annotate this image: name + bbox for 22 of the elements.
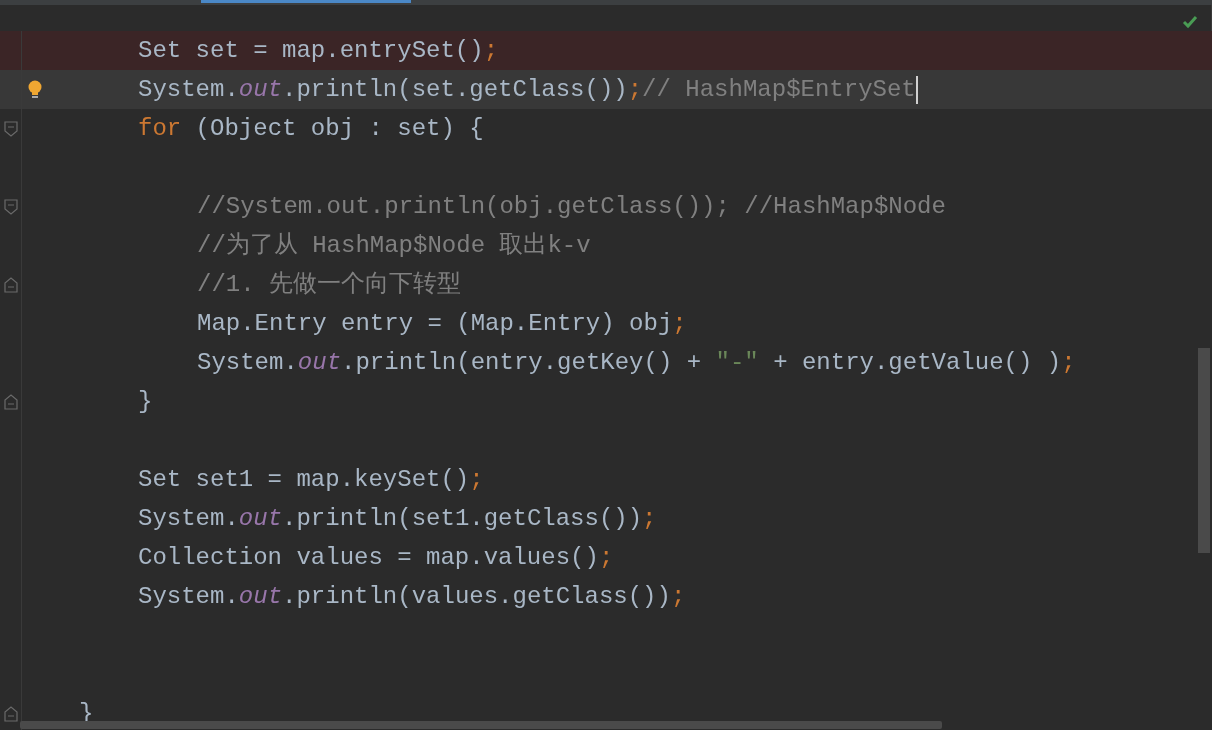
fold-end-icon[interactable] — [3, 705, 18, 722]
horizontal-scrollbar[interactable] — [20, 721, 942, 729]
fold-open-icon[interactable] — [3, 120, 18, 137]
code-text: } — [138, 387, 153, 417]
code-text: Set set1 = map.keySet(); — [138, 465, 484, 495]
code-text: for (Object obj : set) { — [138, 114, 484, 144]
code-text: System.out.println(set.getClass());// HashMap$EntrySet — [138, 74, 918, 106]
fold-end-icon[interactable] — [3, 393, 18, 410]
code-text: //1. 先做一个向下转型 — [197, 270, 461, 300]
code-text: Collection values = map.values(); — [138, 543, 614, 573]
fold-open-icon[interactable] — [3, 198, 18, 215]
code-text: System.out.println(set1.getClass()); — [138, 504, 657, 534]
code-text: Map.Entry entry = (Map.Entry) obj; — [197, 309, 687, 339]
code-text: Set set = map.entrySet(); — [138, 36, 499, 66]
vertical-scrollbar[interactable] — [1198, 348, 1210, 553]
code-text: System.out.println(values.getClass()); — [138, 582, 686, 612]
code-text: System.out.println(entry.getKey() + "-" + entry.getValue() ); — [197, 348, 1076, 378]
fold-end-icon[interactable] — [3, 276, 18, 293]
code-text: //System.out.println(obj.getClass()); //HashMap$Node — [197, 192, 946, 222]
code-text: //为了从 HashMap$Node 取出k-v — [197, 231, 591, 261]
check-icon — [1182, 15, 1198, 29]
lightbulb-icon[interactable] — [28, 79, 42, 100]
